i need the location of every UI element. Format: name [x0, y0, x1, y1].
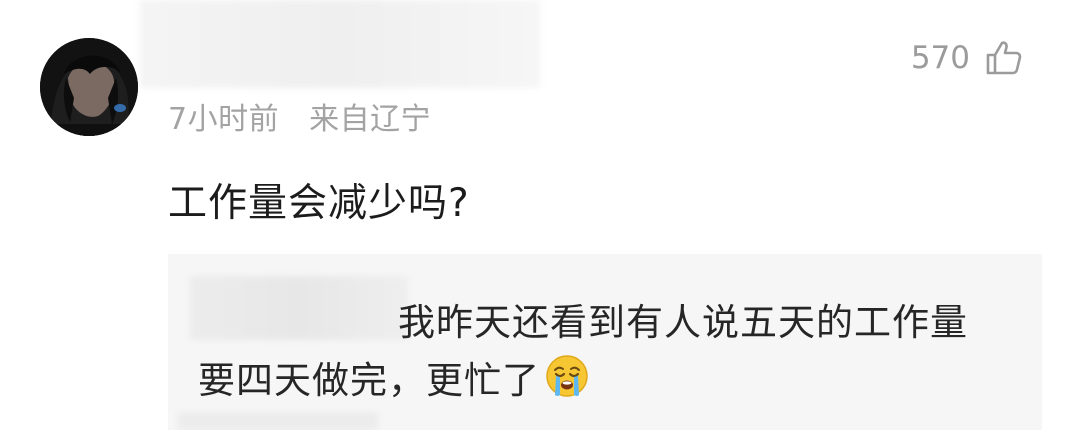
comment-text: 工作量会减少吗?: [168, 181, 470, 226]
like-button[interactable]: 570: [911, 38, 1024, 78]
loudly-crying-face-emoji-icon: [546, 355, 588, 397]
like-count: 570: [910, 40, 970, 76]
comment-meta: 7小时前 来自辽宁: [168, 94, 431, 138]
reply-content: 我昨天还看到有人说五天的工作量要四天做完，更忙了: [198, 294, 988, 410]
avatar-image: [40, 38, 138, 136]
thumbs-up-outline-icon: [986, 41, 1022, 75]
comment-location: 来自辽宁: [309, 102, 432, 137]
reply-box[interactable]: 我昨天还看到有人说五天的工作量要四天做完，更忙了: [168, 254, 1042, 430]
username-blurred: [140, 0, 540, 88]
avatar[interactable]: [40, 38, 138, 136]
reply-footer-blurred: [178, 412, 378, 430]
comment-time: 7小时前: [168, 102, 280, 137]
